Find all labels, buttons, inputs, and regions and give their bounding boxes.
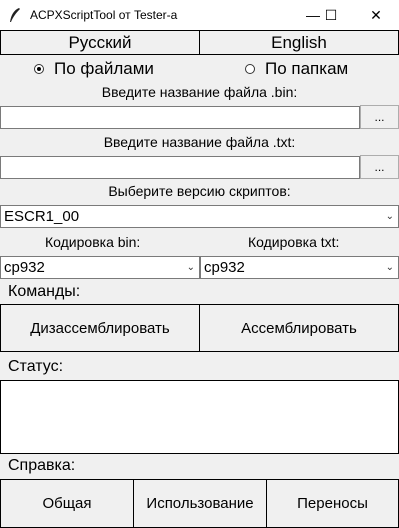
help-label: Справка: [8, 457, 76, 474]
bin-encoding-value: cp932 [4, 259, 45, 276]
status-label: Статус: [8, 358, 64, 375]
chevron-down-icon: ⌄ [385, 211, 394, 222]
chevron-down-icon: ⌄ [385, 262, 394, 273]
radio-by-folders[interactable]: По папкам [245, 58, 348, 80]
help-usage-button[interactable]: Использование [133, 479, 267, 528]
bin-browse-button[interactable]: ... [360, 105, 399, 129]
script-version-value: ESCR1_00 [4, 208, 80, 225]
txt-file-label: Введите название файла .txt: [103, 134, 296, 150]
bin-encoding-select[interactable]: cp932 ⌄ [0, 256, 200, 279]
radio-by-files-label: По файлами [54, 59, 154, 78]
commands-label: Команды: [8, 283, 81, 300]
txt-file-input[interactable] [0, 156, 360, 179]
bin-encoding-label: Кодировка bin: [45, 234, 141, 250]
language-english-button[interactable]: English [199, 30, 399, 55]
window-title: ACPXScriptTool от Tester-a [30, 8, 178, 22]
help-general-button[interactable]: Общая [0, 479, 134, 528]
chevron-down-icon: ⌄ [186, 262, 195, 273]
disassemble-button[interactable]: Дизассемблировать [0, 304, 200, 352]
txt-encoding-value: cp932 [204, 259, 245, 276]
script-version-select[interactable]: ESCR1_00 ⌄ [0, 205, 399, 228]
close-button[interactable]: ✕ [359, 0, 393, 30]
txt-encoding-label: Кодировка txt: [248, 234, 340, 250]
feather-icon [10, 8, 20, 22]
radio-by-files[interactable]: По файлами [34, 58, 154, 80]
assemble-button[interactable]: Ассемблировать [199, 304, 399, 352]
radio-by-folders-label: По папкам [265, 59, 349, 78]
script-version-label: Выберите версию скриптов: [108, 183, 291, 199]
txt-browse-button[interactable]: ... [360, 155, 399, 179]
status-textarea[interactable] [0, 380, 399, 454]
help-wrapping-button[interactable]: Переносы [266, 479, 399, 528]
txt-encoding-select[interactable]: cp932 ⌄ [200, 256, 399, 279]
radio-unselected-icon [245, 64, 255, 74]
bin-file-input[interactable] [0, 106, 360, 129]
bin-file-label: Введите название файла .bin: [101, 84, 298, 100]
title-bar: ACPXScriptTool от Tester-a — ☐ ✕ [0, 0, 399, 30]
radio-selected-icon [34, 64, 44, 74]
maximize-button[interactable]: ☐ [314, 0, 348, 30]
language-russian-button[interactable]: Русский [0, 30, 200, 55]
